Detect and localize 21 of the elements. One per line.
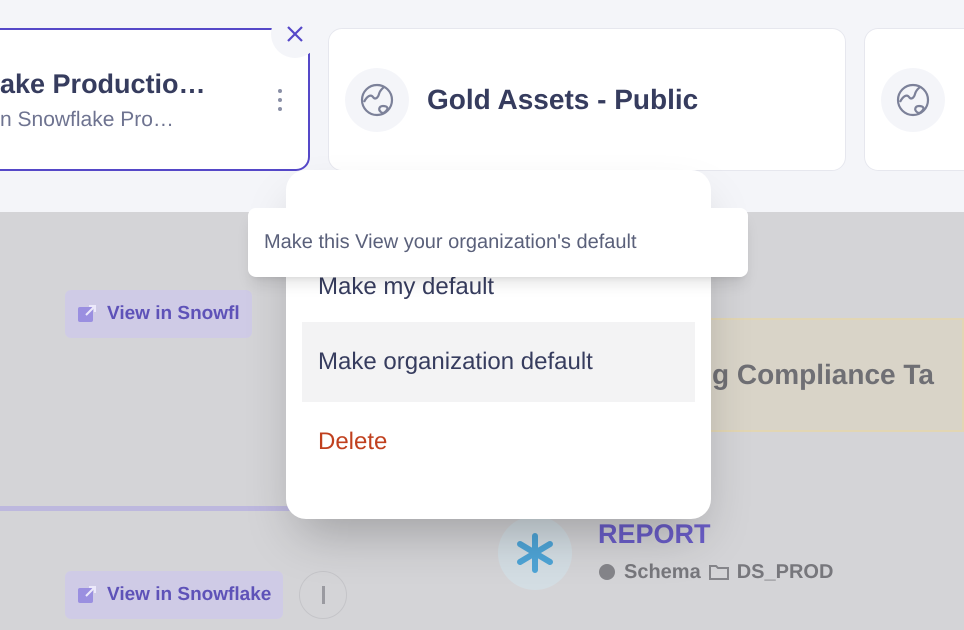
database-name: DS_PROD [736,560,834,585]
globe-icon [359,82,395,118]
globe-icon [895,82,931,118]
view-card[interactable]: Gold Assets - Public [328,28,846,171]
close-icon [287,26,303,42]
asset-type: Schema [624,560,701,585]
snowflake-icon [498,516,572,590]
menu-item[interactable]: Make organization default [302,322,695,402]
view-card[interactable] [864,28,964,171]
view-title: Gold Assets - Public [427,82,698,116]
schema-icon [598,563,616,581]
external-link-button[interactable]: View in Snowfl [65,290,252,338]
external-link-icon [77,585,97,605]
view-title: ake Productio… [0,68,207,100]
view-subtitle: n Snowflake Pro… [0,107,175,133]
kebab-menu-icon[interactable] [278,88,282,110]
tooltip: Make this View your organization's default [248,208,748,277]
kebab-button[interactable] [299,571,348,619]
external-link-icon [77,304,97,324]
folder-icon [708,563,729,581]
external-link-button[interactable]: View in Snowflake [65,571,284,619]
